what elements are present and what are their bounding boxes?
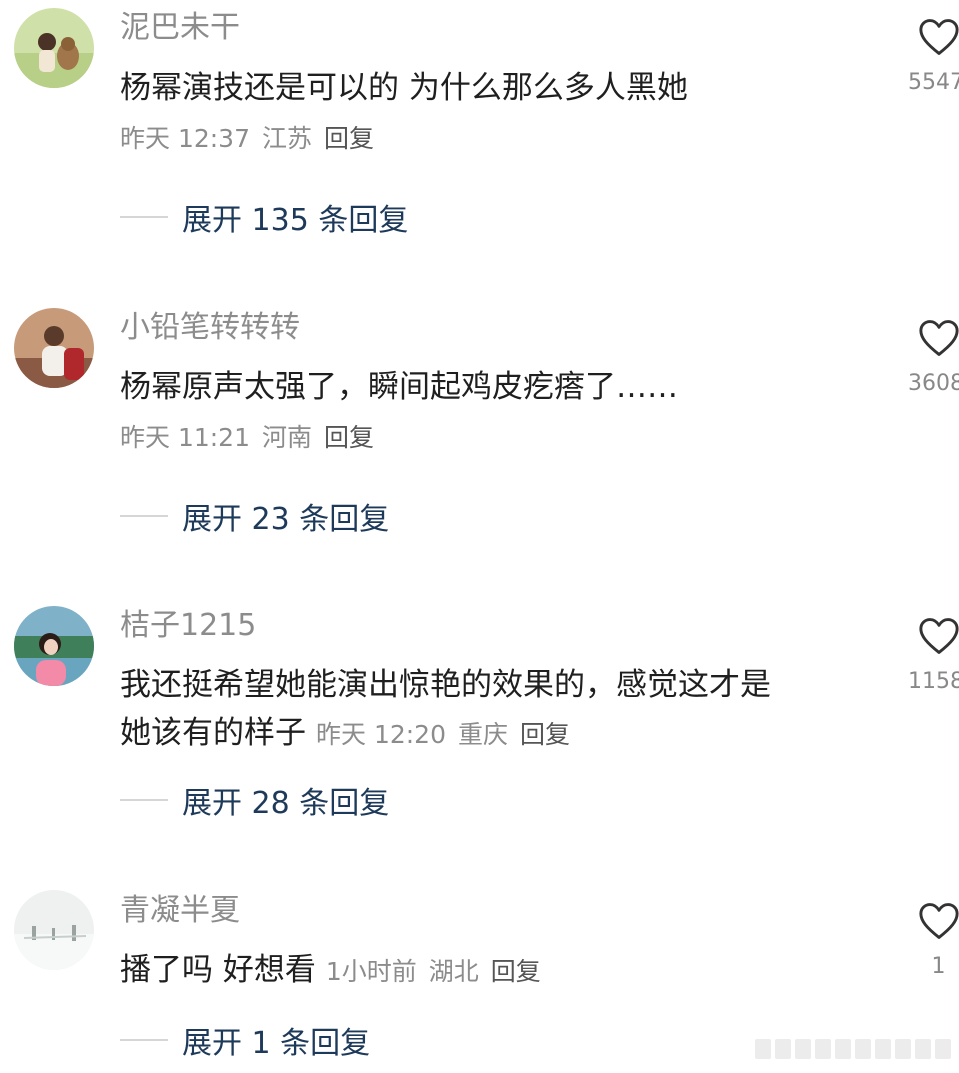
like-count: 3608 (908, 371, 959, 396)
like-count: 1 (931, 954, 946, 979)
comment-location: 河南 (262, 423, 313, 452)
comment-meta: 昨天 11:21 河南 回复 (120, 421, 386, 455)
expand-replies-button[interactable]: 展开 28 条回复 (120, 780, 390, 821)
heart-outline-icon (919, 903, 959, 939)
comment-text: 杨幂原声太强了，瞬间起鸡皮疙瘩了…… (120, 369, 678, 405)
comment-meta: 1小时前 湖北 回复 (326, 957, 553, 986)
like-button[interactable]: 1158 (908, 617, 959, 695)
expand-replies-label: 展开 135 条回复 (182, 203, 409, 238)
divider-line (120, 1039, 168, 1041)
comment-location: 重庆 (458, 720, 509, 749)
watermark-decoration (755, 1039, 951, 1059)
divider-line (120, 799, 168, 801)
expand-replies-label: 展开 1 条回复 (182, 1026, 371, 1061)
heart-outline-icon (919, 618, 959, 654)
avatar[interactable] (14, 8, 94, 88)
comment-text-line: 我还挺希望她能演出惊艳的效果的，感觉这才是 (120, 667, 771, 703)
reply-button[interactable]: 回复 (520, 720, 570, 749)
comment-text: 播了吗 好想看 1小时前 湖北 回复 (120, 946, 880, 996)
expand-replies-button[interactable]: 展开 23 条回复 (120, 496, 390, 537)
like-count: 1158 (908, 669, 959, 694)
reply-button[interactable]: 回复 (324, 423, 374, 452)
like-count: 5547 (908, 70, 959, 95)
comment-time: 昨天 12:37 (120, 124, 250, 153)
reply-button[interactable]: 回复 (324, 124, 374, 153)
username[interactable]: 小铅笔转转转 (120, 310, 300, 346)
comment-text: 我还挺希望她能演出惊艳的效果的，感觉这才是 她该有的样子 昨天 12:20 重庆 回复 (120, 661, 880, 759)
heart-outline-icon (919, 19, 959, 55)
username[interactable]: 桔子1215 (120, 608, 256, 644)
username[interactable]: 泥巴未干 (120, 10, 240, 46)
comment-time: 昨天 12:20 (316, 720, 446, 749)
expand-replies-label: 展开 28 条回复 (182, 786, 390, 821)
like-button[interactable]: 5547 (908, 18, 959, 96)
username[interactable]: 青凝半夏 (120, 893, 240, 929)
avatar[interactable] (14, 308, 94, 388)
divider-line (120, 216, 168, 218)
comment-text: 杨幂演技还是可以的 为什么那么多人黑她 (120, 70, 688, 106)
comment-meta: 昨天 12:37 江苏 回复 (120, 122, 386, 156)
like-button[interactable]: 1 (908, 902, 959, 980)
expand-replies-button[interactable]: 展开 1 条回复 (120, 1020, 371, 1061)
divider-line (120, 515, 168, 517)
reply-button[interactable]: 回复 (491, 957, 541, 986)
comment-text-line: 她该有的样子 (120, 715, 306, 751)
comment-location: 湖北 (428, 957, 479, 986)
comment-time: 1小时前 (325, 957, 417, 986)
expand-replies-button[interactable]: 展开 135 条回复 (120, 197, 409, 238)
comment-text-content: 播了吗 好想看 (120, 952, 316, 988)
heart-outline-icon (919, 320, 959, 356)
avatar[interactable] (14, 890, 94, 970)
comment-meta: 昨天 12:20 重庆 回复 (316, 720, 582, 749)
like-button[interactable]: 3608 (908, 319, 959, 397)
avatar[interactable] (14, 606, 94, 686)
comment-time: 昨天 11:21 (120, 423, 250, 452)
comment-text-line-with-meta: 她该有的样子 昨天 12:20 重庆 回复 (120, 709, 880, 759)
expand-replies-label: 展开 23 条回复 (182, 502, 390, 537)
comment-location: 江苏 (262, 124, 313, 153)
